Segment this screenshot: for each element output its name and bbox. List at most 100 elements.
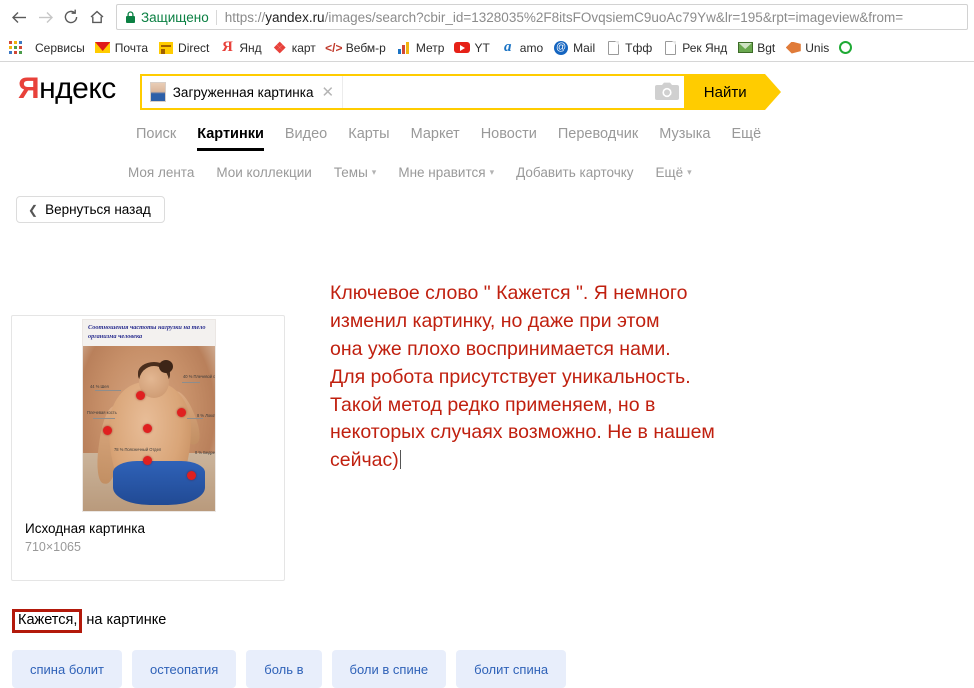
search-area: Загруженная картинка ✕ Найти [139, 74, 781, 110]
amo-a-icon: a [504, 39, 512, 55]
yandex-mail-icon [95, 40, 111, 56]
logo-ya: Я [18, 72, 40, 105]
tab-poisk[interactable]: Поиск [136, 126, 176, 142]
poster-pain-dot [143, 424, 152, 433]
bookmark-webmaster[interactable]: </> Вебм-р [321, 37, 391, 59]
chevron-down-icon: ▾ [371, 167, 377, 177]
uploaded-image-thumb-icon [149, 82, 166, 102]
close-icon[interactable]: ✕ [321, 85, 334, 100]
bookmark-label: Direct [178, 40, 210, 55]
tab-eshche[interactable]: Ещё [732, 126, 762, 142]
tab-karty[interactable]: Карты [348, 126, 389, 142]
related-query-chip[interactable]: болит спина [456, 650, 567, 688]
poster-leader-line [93, 418, 115, 419]
related-query-chip[interactable]: боль в [246, 650, 322, 688]
tab-perevodchik[interactable]: Переводчик [558, 126, 638, 142]
subtab-dobavit-kartochku[interactable]: Добавить карточку [516, 165, 633, 180]
poster-pain-dot [143, 456, 152, 465]
camera-icon[interactable] [650, 82, 684, 102]
bookmark-unis[interactable]: Unis [780, 37, 834, 59]
bookmark-label: Янд [239, 40, 262, 55]
bookmark-yand[interactable]: Я Янд [214, 37, 266, 59]
bar-chart-icon [396, 40, 412, 56]
url-path: /images/search?cbir_id=1328035%2F8itsFOv… [324, 9, 904, 25]
home-icon[interactable] [84, 4, 110, 30]
annotation-line: некоторых случаях возможно. Не в нашем [330, 421, 715, 444]
highlighted-keyword: Кажется, [12, 609, 83, 634]
bookmark-direct[interactable]: Direct [153, 37, 214, 59]
bookmark-apps[interactable] [4, 37, 30, 59]
tab-kartinki[interactable]: Картинки [197, 126, 264, 151]
red-annotation-text: Ключевое слово " Кажется ". Я немного из… [330, 280, 950, 475]
reload-icon[interactable] [58, 4, 84, 30]
bookmark-label: Метр [415, 40, 445, 55]
related-query-chip[interactable]: остеопатия [132, 650, 237, 688]
source-image-thumbnail[interactable]: Соотношения частоты нагрузки на тело орг… [82, 319, 216, 512]
bookmark-label: Рек Янд [682, 40, 728, 55]
page-header: Яндекс Загруженная картинка ✕ Найти [0, 62, 974, 110]
subtab-mne-nravitsya[interactable]: Мне нравится ▾ [398, 165, 494, 180]
subtab-temy[interactable]: Темы ▾ [334, 165, 377, 180]
chevron-down-icon: ▾ [687, 167, 692, 177]
annotation-line: Ключевое слово " Кажется ". Я немного [330, 282, 688, 304]
browser-back-icon[interactable] [6, 4, 32, 30]
search-submit-button[interactable]: Найти [683, 74, 781, 110]
chevron-down-icon: ▾ [489, 167, 495, 177]
source-image-card[interactable]: Соотношения частоты нагрузки на тело орг… [11, 315, 285, 581]
subtab-label: Мне нравится [398, 165, 486, 180]
bookmark-label: карт [291, 40, 316, 55]
keyword-rest: на картинке [86, 612, 167, 628]
return-back-label: Вернуться назад [45, 202, 151, 217]
subtab-moi-kollekcii[interactable]: Мои коллекции [216, 165, 311, 180]
yandex-logo[interactable]: Яндекс [18, 74, 116, 104]
bookmark-amo[interactable]: a amo [495, 37, 548, 59]
chevron-left-icon: ❮ [28, 202, 39, 217]
bookmark-last[interactable] [834, 37, 860, 59]
annotation-line: изменил картинку, но даже при этом [330, 309, 660, 332]
service-tabs: Поиск Картинки Видео Карты Маркет Новост… [136, 126, 974, 151]
tab-muzyka[interactable]: Музыка [659, 126, 710, 142]
poster-leader-line [182, 382, 200, 383]
related-query-chip[interactable]: спина болит [12, 650, 123, 688]
bookmark-kart[interactable]: ❖ карт [267, 37, 321, 59]
bookmarks-bar: Сервисы Почта Direct Я Янд ❖ карт </> Ве… [0, 34, 974, 62]
uploaded-image-chip[interactable]: Загруженная картинка ✕ [142, 76, 344, 108]
related-queries-row: спина болит остеопатия боль в боли в спи… [12, 650, 567, 688]
return-back-button[interactable]: ❮ Вернуться назад [16, 196, 165, 223]
search-bar[interactable]: Загруженная картинка ✕ [139, 74, 684, 110]
poster-pain-dot [177, 408, 186, 417]
tab-market[interactable]: Маркет [411, 126, 460, 142]
bookmark-rek-yand[interactable]: Рек Янд [657, 37, 732, 59]
poster-title: Соотношения частоты нагрузки на тело орг… [88, 324, 206, 340]
search-input[interactable] [343, 76, 650, 108]
bookmark-pochta[interactable]: Почта [90, 37, 153, 59]
apps-grid-icon [7, 40, 23, 56]
fish-icon [785, 40, 801, 56]
image-dimensions: 710×1065 [25, 540, 81, 554]
tab-novosti[interactable]: Новости [481, 126, 537, 142]
poster-hair-bun [159, 360, 173, 373]
address-bar[interactable]: Защищено https://yandex.ru/images/search… [116, 4, 968, 30]
text-cursor-icon [399, 450, 401, 470]
subtab-eshche[interactable]: Ещё ▾ [656, 165, 692, 180]
bookmark-servisy[interactable]: Сервисы [30, 37, 90, 59]
bookmark-label: YT [474, 40, 490, 55]
bookmark-tff[interactable]: Тфф [600, 37, 657, 59]
code-brackets-icon: </> [325, 40, 343, 55]
subtab-moya-lenta[interactable]: Моя лента [128, 165, 194, 180]
green-envelope-icon [737, 40, 753, 56]
bookmark-label: Сервисы [35, 40, 85, 55]
related-query-chip[interactable]: боли в спине [331, 650, 447, 688]
bookmark-bgt[interactable]: Bgt [732, 37, 780, 59]
bookmark-label: Вебм-р [345, 40, 386, 55]
lock-icon [125, 10, 136, 24]
blank-page-icon [605, 40, 621, 56]
tab-video[interactable]: Видео [285, 126, 327, 142]
browser-forward-icon[interactable] [32, 4, 58, 30]
bookmark-label: Mail [573, 40, 596, 55]
bookmark-label: Bgt [757, 40, 776, 55]
bookmark-mail[interactable]: @ Mail [548, 37, 600, 59]
collections-subnav: Моя лента Мои коллекции Темы ▾ Мне нравит… [128, 165, 974, 180]
bookmark-youtube[interactable]: YT [449, 37, 494, 59]
bookmark-metrika[interactable]: Метр [391, 37, 450, 59]
